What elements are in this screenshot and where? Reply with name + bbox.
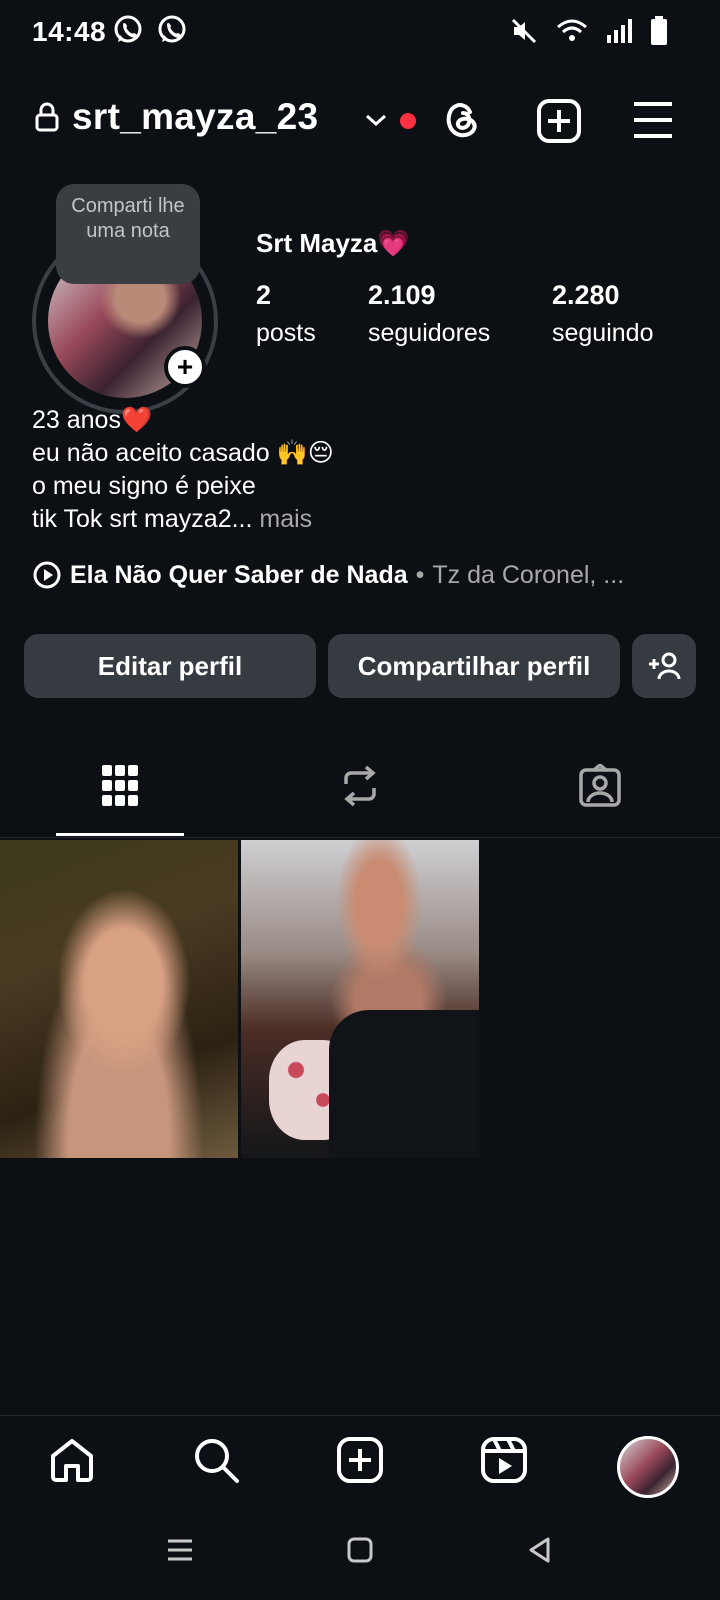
followers-count: 2.109 [368,280,436,310]
add-user-icon [647,651,681,681]
bio-line: 23 anos❤️ [32,406,153,434]
profile-music[interactable]: Ela Não Quer Saber de Nada • Tz da Coron… [32,560,624,590]
whatsapp-icon [112,14,144,46]
signal-icon [606,19,632,43]
wifi-icon [556,18,588,44]
bio-line-last: tik Tok srt mayza2... mais [32,503,334,536]
note-bubble[interactable]: Comparti lhe uma nota [56,184,200,284]
active-tab-indicator [56,833,184,836]
notification-dot [400,113,416,129]
display-name: Srt Mayza💗 [256,228,410,258]
followers-label: seguidores [368,319,491,347]
grid-icon [101,764,139,808]
share-profile-button[interactable]: Compartilhar perfil [328,634,620,698]
followers-stat[interactable]: 2.109 seguidores [368,280,490,348]
threads-icon[interactable] [440,98,484,142]
bio-more-link[interactable]: mais [259,505,312,533]
battery-icon [650,16,668,46]
bio-line: tik Tok srt mayza2... [32,505,253,533]
nav-home[interactable] [0,1436,144,1484]
following-count: 2.280 [552,280,620,310]
search-icon [192,1436,240,1484]
music-song: Ela Não Quer Saber de Nada [70,560,408,589]
lock-icon [34,102,60,132]
divider [0,837,720,838]
mute-icon [510,17,538,45]
bio-line: eu não aceito casado 🙌😔 [32,439,334,467]
following-stat[interactable]: 2.280 seguindo [552,280,653,348]
post-image-detail [329,1010,479,1158]
nav-reels[interactable] [432,1436,576,1484]
post-thumbnail[interactable] [241,840,479,1158]
discover-people-button[interactable] [632,634,696,698]
play-circle-icon [32,560,62,590]
create-icon [336,1436,384,1484]
posts-label: posts [256,319,316,347]
tab-posts-grid[interactable] [0,764,240,808]
status-system-icons [510,16,668,46]
add-square-icon[interactable] [536,98,582,144]
nav-search[interactable] [144,1436,288,1484]
repost-icon [340,764,380,808]
nav-profile[interactable] [576,1436,720,1498]
whatsapp-icon [156,14,188,46]
home-icon [48,1436,96,1484]
following-label: seguindo [552,319,654,347]
home-button-icon [346,1536,374,1564]
profile-username: srt_mayza_23 [72,96,319,137]
posts-count: 2 [256,280,272,310]
tagged-icon [578,764,622,808]
chevron-down-icon[interactable] [364,112,388,128]
post-thumbnail[interactable] [0,840,238,1158]
profile-avatar [617,1436,679,1498]
add-story-button[interactable]: + [164,346,206,388]
tab-reposts[interactable] [240,764,480,808]
menu-icon[interactable] [632,100,674,140]
nav-create[interactable] [288,1436,432,1484]
music-artist: Tz da Coronel, ... [432,560,625,589]
system-back-button[interactable] [420,1536,660,1564]
posts-stat[interactable]: 2 posts [256,280,316,348]
reels-icon [480,1436,528,1484]
music-separator: • [415,560,425,589]
status-notifications [112,14,188,46]
edit-profile-button[interactable]: Editar perfil [24,634,316,698]
back-icon [526,1536,554,1564]
status-time: 14:48 [32,16,107,47]
account-switcher[interactable]: srt_mayza_23 [34,96,318,138]
tab-tagged[interactable] [480,764,720,808]
divider [0,1415,720,1416]
bio: 23 anos❤️ eu não aceito casado 🙌😔 o meu … [32,404,334,536]
recents-icon [166,1536,194,1564]
bio-line: o meu signo é peixe [32,472,256,500]
